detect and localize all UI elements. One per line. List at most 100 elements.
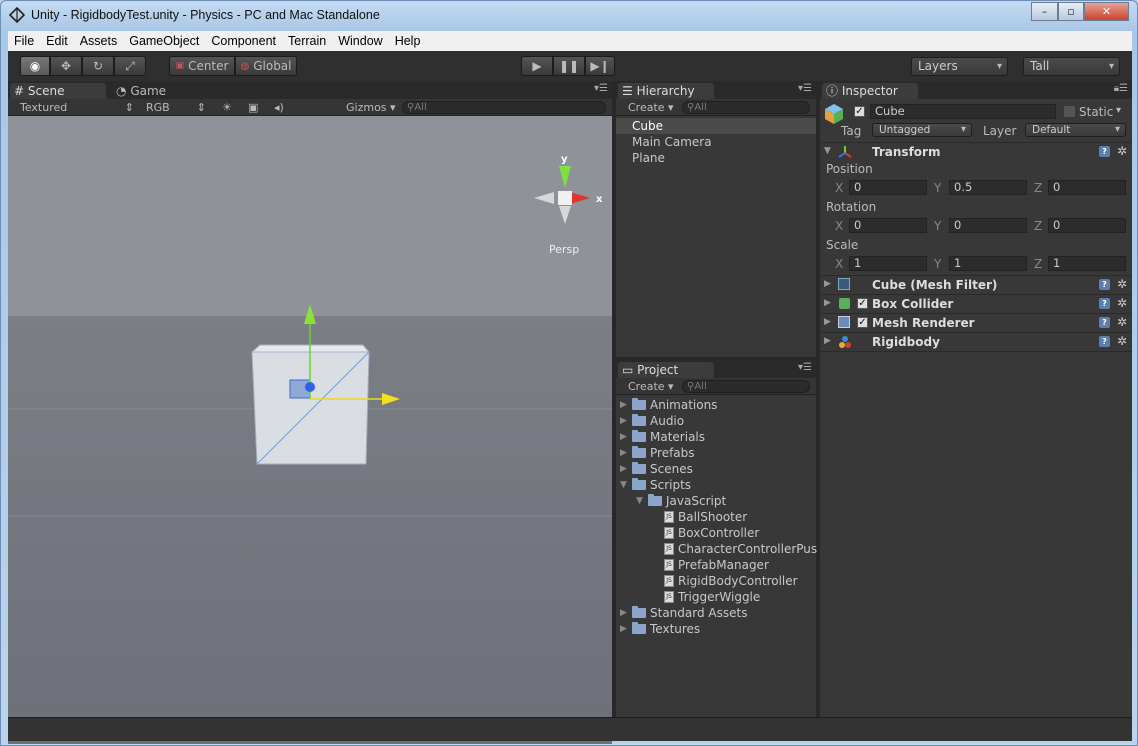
collapsed-triangle-icon[interactable]: ▶ [620, 400, 632, 410]
gear-icon[interactable]: ✲ [1117, 296, 1127, 310]
tab-hierarchy[interactable]: ☰ Hierarchy [618, 83, 714, 99]
view-tool-button[interactable]: ◉ [20, 56, 50, 76]
pivot-center-button[interactable]: ▣ Center [169, 56, 235, 76]
gear-icon[interactable]: ✲ [1117, 144, 1127, 158]
position-x-field[interactable]: 0 [849, 180, 927, 195]
rotation-z-field[interactable]: 0 [1048, 218, 1126, 233]
maximize-button[interactable]: ▫ [1058, 2, 1084, 21]
hierarchy-item[interactable]: Cube [632, 119, 663, 133]
play-button[interactable]: ▶ [521, 56, 553, 76]
panel-menu-icon[interactable]: ▾☰ [798, 362, 812, 373]
project-script-row[interactable]: JS RigidBodyController [652, 573, 798, 589]
active-checkbox[interactable]: ✓ [854, 106, 865, 117]
enabled-checkbox[interactable]: ✓ [857, 298, 868, 309]
render-mode-dropdown[interactable]: Textured ⇕ [20, 100, 136, 115]
close-button[interactable]: ✕ [1084, 2, 1129, 21]
transform-component-header[interactable]: ▼ Transform ? ✲ [820, 142, 1132, 161]
hierarchy-search-input[interactable]: ⚲All [682, 101, 810, 114]
panel-menu-icon[interactable]: ▾☰ [594, 83, 608, 94]
hierarchy-item[interactable]: Plane [632, 151, 665, 165]
minimize-button[interactable]: – [1031, 2, 1058, 21]
project-create-dropdown[interactable]: Create ▾ [628, 379, 678, 394]
project-folder-row[interactable]: ▼ JavaScript [636, 493, 726, 509]
help-icon[interactable]: ? [1099, 336, 1110, 347]
scale-z-field[interactable]: 1 [1048, 256, 1126, 271]
project-folder-row[interactable]: ▶ Animations [620, 397, 717, 413]
help-icon[interactable]: ? [1099, 279, 1110, 290]
enabled-checkbox[interactable]: ✓ [857, 317, 868, 328]
gear-icon[interactable]: ✲ [1117, 334, 1127, 348]
project-folder-row[interactable]: ▶ Materials [620, 429, 705, 445]
move-tool-button[interactable]: ✥ [50, 56, 82, 76]
gizmo-y-cone[interactable] [559, 166, 571, 188]
tag-dropdown[interactable]: Untagged [872, 123, 972, 137]
menu-gameobject[interactable]: GameObject [123, 34, 205, 48]
tab-project[interactable]: ▭ Project [618, 362, 714, 378]
project-folder-row[interactable]: ▶ Textures [620, 621, 700, 637]
tab-inspector[interactable]: ⓘ Inspector [822, 83, 918, 99]
color-mode-dropdown[interactable]: RGB ⇕ [146, 100, 208, 115]
expanded-triangle-icon[interactable]: ▼ [636, 496, 648, 506]
box-collider-component-header[interactable]: ▶ ✓ Box Collider ? ✲ [820, 294, 1132, 313]
mesh-renderer-component-header[interactable]: ▶ ✓ Mesh Renderer ? ✲ [820, 313, 1132, 332]
scene-viewport[interactable]: y x Persp [8, 116, 612, 744]
gizmos-dropdown[interactable]: Gizmos ▾ [346, 100, 396, 115]
project-script-row[interactable]: JS CharacterControllerPus [652, 541, 817, 557]
orientation-gizmo[interactable]: y x Persp [534, 154, 603, 256]
menu-component[interactable]: Component [205, 34, 282, 48]
chevron-down-icon[interactable]: ▾ [1116, 105, 1121, 116]
pause-button[interactable]: ❚❚ [553, 56, 585, 76]
menu-file[interactable]: File [8, 34, 40, 48]
gear-icon[interactable]: ✲ [1117, 315, 1127, 329]
menu-window[interactable]: Window [332, 34, 388, 48]
collapsed-triangle-icon[interactable]: ▶ [620, 416, 632, 426]
scale-tool-button[interactable]: ⤢ [114, 56, 146, 76]
position-z-field[interactable]: 0 [1048, 180, 1126, 195]
scale-y-field[interactable]: 1 [949, 256, 1027, 271]
collapsed-triangle-icon[interactable]: ▶ [620, 464, 632, 474]
mesh-filter-component-header[interactable]: ▶ Cube (Mesh Filter) ? ✲ [820, 275, 1132, 294]
gizmo-neg-x-cone[interactable] [534, 192, 554, 204]
lighting-toggle[interactable]: ☀ [222, 100, 236, 115]
project-script-row[interactable]: JS BoxController [652, 525, 759, 541]
layers-dropdown[interactable]: Layers [911, 57, 1008, 76]
gizmo-center-cube[interactable] [558, 191, 572, 205]
gizmo-neg-y-cone[interactable] [559, 206, 571, 224]
static-checkbox[interactable] [1064, 106, 1075, 117]
lock-icon[interactable]: 🔒︎☰ [1114, 83, 1128, 94]
help-icon[interactable]: ? [1099, 146, 1110, 157]
scene-search-input[interactable]: ⚲All [402, 101, 606, 114]
move-gizmo-z-handle[interactable] [305, 382, 315, 392]
project-folder-row[interactable]: ▼ Scripts [620, 477, 691, 493]
expanded-triangle-icon[interactable]: ▼ [620, 480, 632, 490]
project-folder-row[interactable]: ▶ Audio [620, 413, 684, 429]
project-folder-row[interactable]: ▶ Scenes [620, 461, 693, 477]
rotate-tool-button[interactable]: ↻ [82, 56, 114, 76]
skybox-toggle[interactable]: ▣ [248, 100, 262, 115]
collapsed-triangle-icon[interactable]: ▶ [620, 608, 632, 618]
rotation-x-field[interactable]: 0 [849, 218, 927, 233]
project-folder-row[interactable]: ▶ Standard Assets [620, 605, 747, 621]
project-script-row[interactable]: JS PrefabManager [652, 557, 769, 573]
menu-help[interactable]: Help [389, 34, 427, 48]
panel-menu-icon[interactable]: ▾☰ [798, 83, 812, 94]
project-script-row[interactable]: JS TriggerWiggle [652, 589, 760, 605]
help-icon[interactable]: ? [1099, 317, 1110, 328]
audio-toggle[interactable]: ◂) [274, 100, 290, 115]
scale-x-field[interactable]: 1 [849, 256, 927, 271]
step-button[interactable]: ▶❙ [585, 56, 615, 76]
space-global-button[interactable]: ◍ Global [235, 56, 297, 76]
menu-assets[interactable]: Assets [74, 34, 124, 48]
position-y-field[interactable]: 0.5 [949, 180, 1027, 195]
layout-dropdown[interactable]: Tall [1023, 57, 1120, 76]
layer-dropdown[interactable]: Default [1025, 123, 1126, 137]
project-script-row[interactable]: JS BallShooter [652, 509, 747, 525]
hierarchy-create-dropdown[interactable]: Create ▾ [628, 100, 678, 115]
project-search-input[interactable]: ⚲All [682, 380, 810, 393]
tab-game[interactable]: ◔ Game [112, 83, 192, 99]
collapsed-triangle-icon[interactable]: ▶ [620, 432, 632, 442]
project-folder-row[interactable]: ▶ Prefabs [620, 445, 695, 461]
move-gizmo-x-arrow[interactable] [382, 393, 400, 405]
rigidbody-component-header[interactable]: ▶ Rigidbody ? ✲ [820, 332, 1132, 351]
gear-icon[interactable]: ✲ [1117, 277, 1127, 291]
